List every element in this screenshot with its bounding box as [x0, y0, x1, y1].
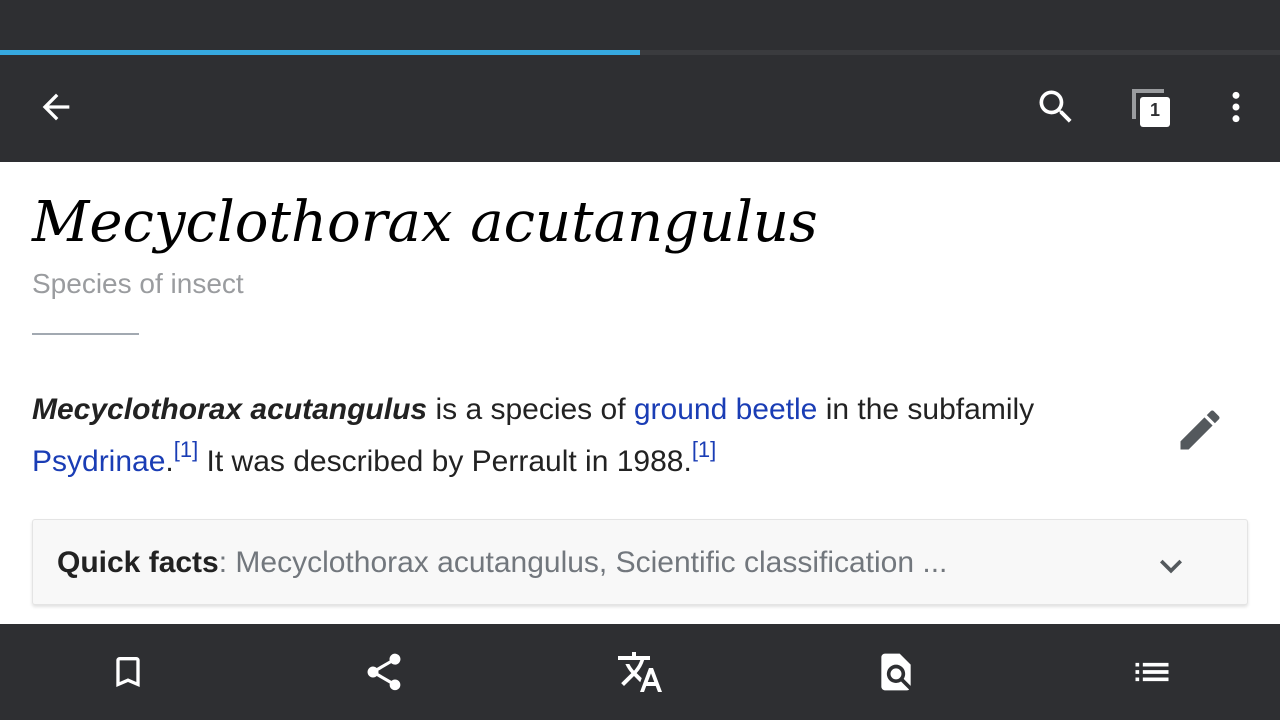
arrow-left-icon	[42, 93, 70, 121]
search-icon	[1039, 90, 1072, 123]
reference-1: [1]	[173, 437, 199, 462]
quick-facts-expand-button[interactable]	[1147, 542, 1195, 590]
table-of-contents-icon	[1135, 662, 1169, 682]
lead-text-2: in the subfamily	[817, 393, 1035, 426]
find-in-page-button[interactable]	[864, 640, 928, 704]
quick-facts-text: Quick facts: Mecyclothorax acutangulus, …	[57, 546, 947, 580]
status-bar	[0, 0, 1280, 50]
article-subject: Mecyclothorax acutangulus	[32, 393, 428, 426]
title-divider	[32, 333, 139, 335]
chevron-down-icon	[1160, 559, 1182, 574]
quick-facts-summary: Mecyclothorax acutangulus, Scientific cl…	[235, 546, 948, 579]
share-button[interactable]	[352, 640, 416, 704]
table-of-contents-button[interactable]	[1120, 640, 1184, 704]
reference-2: [1]	[691, 437, 717, 462]
translate-icon	[618, 652, 662, 692]
lead-paragraph: Mecyclothorax acutangulus is a species o…	[32, 384, 1112, 488]
edit-section-button[interactable]	[1168, 398, 1232, 462]
back-button[interactable]	[24, 75, 88, 139]
page-title: Mecyclothorax acutangulus	[32, 190, 818, 255]
quick-facts-panel[interactable]: Quick facts: Mecyclothorax acutangulus, …	[32, 519, 1248, 605]
bookmark-icon	[116, 657, 140, 687]
lead-text-4: It was described by Perrault in 1988.	[198, 445, 692, 478]
article-content: Mecyclothorax acutangulus Species of ins…	[0, 162, 1280, 624]
translate-button[interactable]	[608, 640, 672, 704]
quick-facts-label: Quick facts	[57, 546, 219, 579]
reference-link-1[interactable]: [1]	[174, 439, 198, 478]
link-ground-beetle[interactable]: ground beetle	[634, 393, 818, 426]
bottom-action-bar	[0, 624, 1280, 720]
tab-count-badge: 1	[1149, 100, 1160, 120]
reference-link-2[interactable]: [1]	[692, 439, 716, 478]
bookmark-button[interactable]	[96, 640, 160, 704]
app-toolbar	[0, 55, 1280, 162]
link-psydrinae[interactable]: Psydrinae	[32, 445, 165, 478]
share-icon	[367, 653, 401, 691]
search-button[interactable]	[1024, 75, 1088, 139]
quick-facts-separator: :	[218, 546, 236, 579]
pencil-icon	[1180, 410, 1220, 450]
more-vertical-icon	[1232, 91, 1240, 123]
page-description: Species of insect	[32, 268, 244, 299]
lead-text-1: is a species of	[427, 393, 634, 426]
lead-text-3: .	[165, 445, 174, 478]
overflow-menu-button[interactable]	[1204, 75, 1268, 139]
find-in-page-icon	[881, 653, 911, 691]
